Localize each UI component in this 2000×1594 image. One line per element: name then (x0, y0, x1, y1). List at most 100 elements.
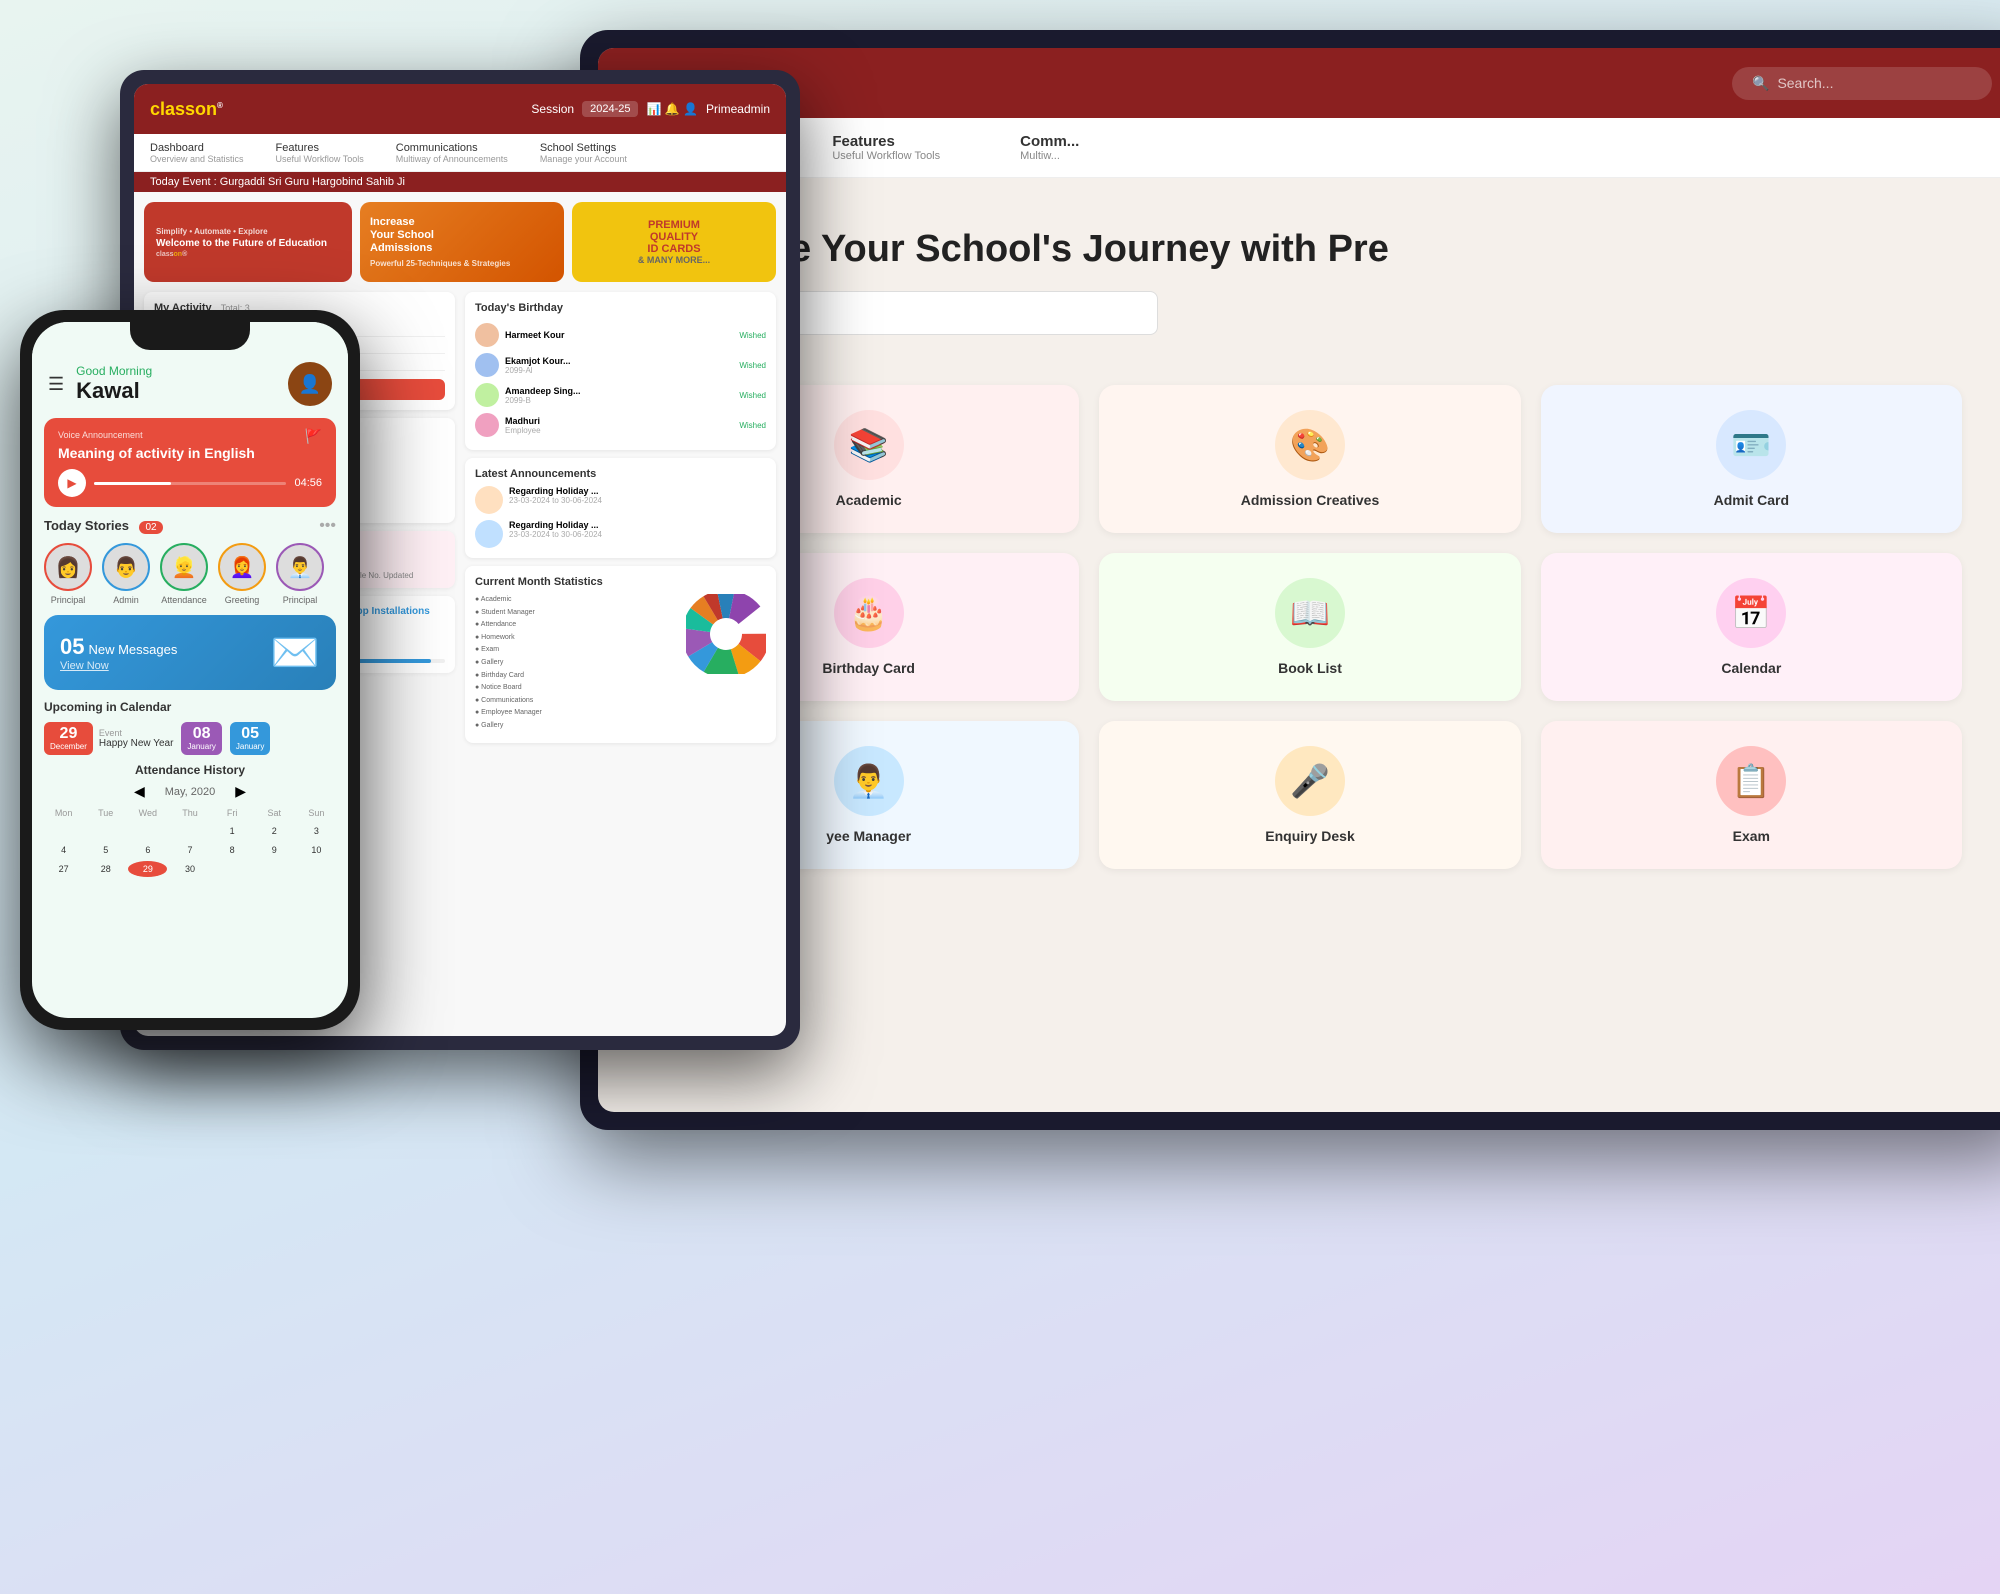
cal-day-1[interactable]: 1 (213, 823, 252, 839)
hamburger-icon[interactable]: ☰ (48, 374, 64, 395)
ipad-event-bar: Today Event : Gurgaddi Sri Guru Hargobin… (134, 172, 786, 192)
cal-date-jan05: 05 January (230, 722, 270, 755)
ipad-nav-features[interactable]: Features Useful Workflow Tools (260, 134, 380, 171)
ipad-logo: classon® (150, 99, 223, 120)
cal-day-27[interactable]: 27 (44, 861, 83, 877)
grid-card-enquiry-desk[interactable]: 🎤 Enquiry Desk (1099, 721, 1520, 869)
desktop-search-bar[interactable]: 🔍 (1732, 67, 1992, 100)
message-count: 05 (60, 634, 84, 660)
grid-card-calendar[interactable]: 📅 Calendar (1541, 553, 1962, 701)
desktop-feature-grid: 📚 Academic 🎨 Admission Creatives 🪪 Admit… (598, 365, 2000, 889)
va-label: Voice Announcement (58, 430, 143, 440)
admit-card-icon: 🪪 (1716, 410, 1786, 480)
calendar-event-1: 29 December Event Happy New Year (44, 722, 173, 755)
message-text: New Messages (88, 642, 177, 657)
cal-day-28[interactable]: 28 (86, 861, 125, 877)
attendance-section: Attendance History ◀ May, 2020 ▶ Mon Tue… (32, 763, 348, 877)
ipad-nav-settings[interactable]: School Settings Manage your Account (524, 134, 643, 171)
hero-title: Elevate Your School's Journey with Pre (678, 228, 1942, 271)
cal-day-5[interactable]: 5 (86, 842, 125, 858)
book-list-icon: 📖 (1275, 578, 1345, 648)
cal-day-29[interactable]: 29 (128, 861, 167, 877)
stories-row: 👩 Principal 👨 Admin 👱 Attendance 👩‍🦰 Gre… (44, 543, 336, 605)
messages-card[interactable]: 05 New Messages View Now ✉️ (44, 615, 336, 690)
announcements-card: Latest Announcements Regarding Holiday .… (465, 458, 776, 558)
prev-month-button[interactable]: ◀ (134, 783, 145, 800)
attendance-month: May, 2020 (165, 786, 216, 798)
ipad-nav: Dashboard Overview and Statistics Featur… (134, 134, 786, 172)
cal-day-9[interactable]: 9 (255, 842, 294, 858)
cal-day-10[interactable]: 10 (297, 842, 336, 858)
good-morning-text: Good Morning (76, 364, 288, 378)
desktop-nav: Dashboard Overview and Statistics Featur… (598, 118, 2000, 178)
user-name: Kawal (76, 378, 288, 404)
cal-day-2[interactable]: 2 (255, 823, 294, 839)
exam-icon: 📋 (1716, 746, 1786, 816)
stories-count: 02 (139, 521, 162, 534)
phone-notch (130, 322, 250, 350)
attendance-title: Attendance History (44, 763, 336, 777)
story-attendance[interactable]: 👱 Attendance (160, 543, 208, 605)
grid-card-admit-card[interactable]: 🪪 Admit Card (1541, 385, 1962, 533)
banner-classon: Simplify • Automate • Explore Welcome to… (144, 202, 352, 282)
icons-row: 📊 🔔 👤 (646, 102, 698, 116)
story-greeting[interactable]: 👩‍🦰 Greeting (218, 543, 266, 605)
desktop-topbar: classon® 🔍 (598, 48, 2000, 118)
session-badge: 2024-25 (582, 101, 638, 117)
story-admin[interactable]: 👨 Admin (102, 543, 150, 605)
attendance-calendar-grid: Mon Tue Wed Thu Fri Sat Sun 1 2 3 4 5 6 … (44, 806, 336, 877)
va-title: Meaning of activity in English (58, 445, 322, 461)
employee-manager-icon: 👨‍💼 (834, 746, 904, 816)
birthday-card-icon: 🎂 (834, 578, 904, 648)
desktop-search-input[interactable] (1777, 75, 1972, 91)
greeting-section: Good Morning Kawal (76, 364, 288, 404)
desktop-hero: Elevate Your School's Journey with Pre 🔍… (598, 178, 2000, 365)
cal-day-6[interactable]: 6 (128, 842, 167, 858)
flag-icon: 🚩 (305, 428, 322, 445)
cal-day-8[interactable]: 8 (213, 842, 252, 858)
nav-item-features[interactable]: Features Useful Workflow Tools (792, 118, 980, 177)
ipad-header: classon® Session 2024-25 📊 🔔 👤 Primeadmi… (134, 84, 786, 134)
va-controls: ▶ 04:56 (58, 469, 322, 497)
birthday-card: Today's Birthday Harmeet Kour Wished Eka (465, 292, 776, 450)
story-principal-2[interactable]: 👨‍💼 Principal (276, 543, 324, 605)
stories-section: Today Stories 02 ••• 👩 Principal 👨 Admin… (32, 517, 348, 605)
grid-card-admission-creatives[interactable]: 🎨 Admission Creatives (1099, 385, 1520, 533)
next-month-button[interactable]: ▶ (235, 783, 246, 800)
cal-day-30[interactable]: 30 (170, 861, 209, 877)
calendar-event-2: 08 January (181, 722, 221, 755)
calendar-section: Upcoming in Calendar 29 December Event H… (32, 700, 348, 755)
ipad-nav-dashboard[interactable]: Dashboard Overview and Statistics (134, 134, 260, 171)
story-avatar-attendance: 👱 (160, 543, 208, 591)
enquiry-desk-icon: 🎤 (1275, 746, 1345, 816)
story-avatar-principal: 👩 (44, 543, 92, 591)
calendar-event-3: 05 January (230, 722, 270, 755)
academic-icon: 📚 (834, 410, 904, 480)
story-principal-1[interactable]: 👩 Principal (44, 543, 92, 605)
ipad-banners: Simplify • Automate • Explore Welcome to… (144, 202, 776, 282)
grid-card-book-list[interactable]: 📖 Book List (1099, 553, 1520, 701)
announcement-item-1: Regarding Holiday ... 23-03-2024 to 30-0… (475, 486, 766, 514)
story-avatar-principal-2: 👨‍💼 (276, 543, 324, 591)
search-icon: 🔍 (1752, 75, 1769, 92)
banner-admissions: IncreaseYour SchoolAdmissions Powerful 2… (360, 202, 564, 282)
play-button[interactable]: ▶ (58, 469, 86, 497)
user-avatar[interactable]: 👤 (288, 362, 332, 406)
stories-title: Today Stories (44, 518, 129, 533)
ipad-nav-communications[interactable]: Communications Multiway of Announcements (380, 134, 524, 171)
banner-id-cards: PREMIUMQUALITYID CARDS & MANY MORE... (572, 202, 776, 282)
cal-day-4[interactable]: 4 (44, 842, 83, 858)
birthday-item-4: Madhuri Employee Wished (475, 410, 766, 440)
statistics-card: Current Month Statistics ● Academic ● St… (465, 566, 776, 743)
admission-creatives-icon: 🎨 (1275, 410, 1345, 480)
admin-name: Primeadmin (706, 102, 770, 116)
voice-announcement-card: Voice Announcement 🚩 Meaning of activity… (44, 418, 336, 507)
birthday-item-1: Harmeet Kour Wished (475, 320, 766, 350)
cal-day-7[interactable]: 7 (170, 842, 209, 858)
cal-day-3[interactable]: 3 (297, 823, 336, 839)
more-icon[interactable]: ••• (319, 517, 336, 535)
nav-item-comms[interactable]: Comm... Multiw... (980, 118, 1119, 177)
va-duration: 04:56 (294, 477, 322, 489)
view-now-link[interactable]: View Now (60, 660, 177, 672)
grid-card-exam[interactable]: 📋 Exam (1541, 721, 1962, 869)
